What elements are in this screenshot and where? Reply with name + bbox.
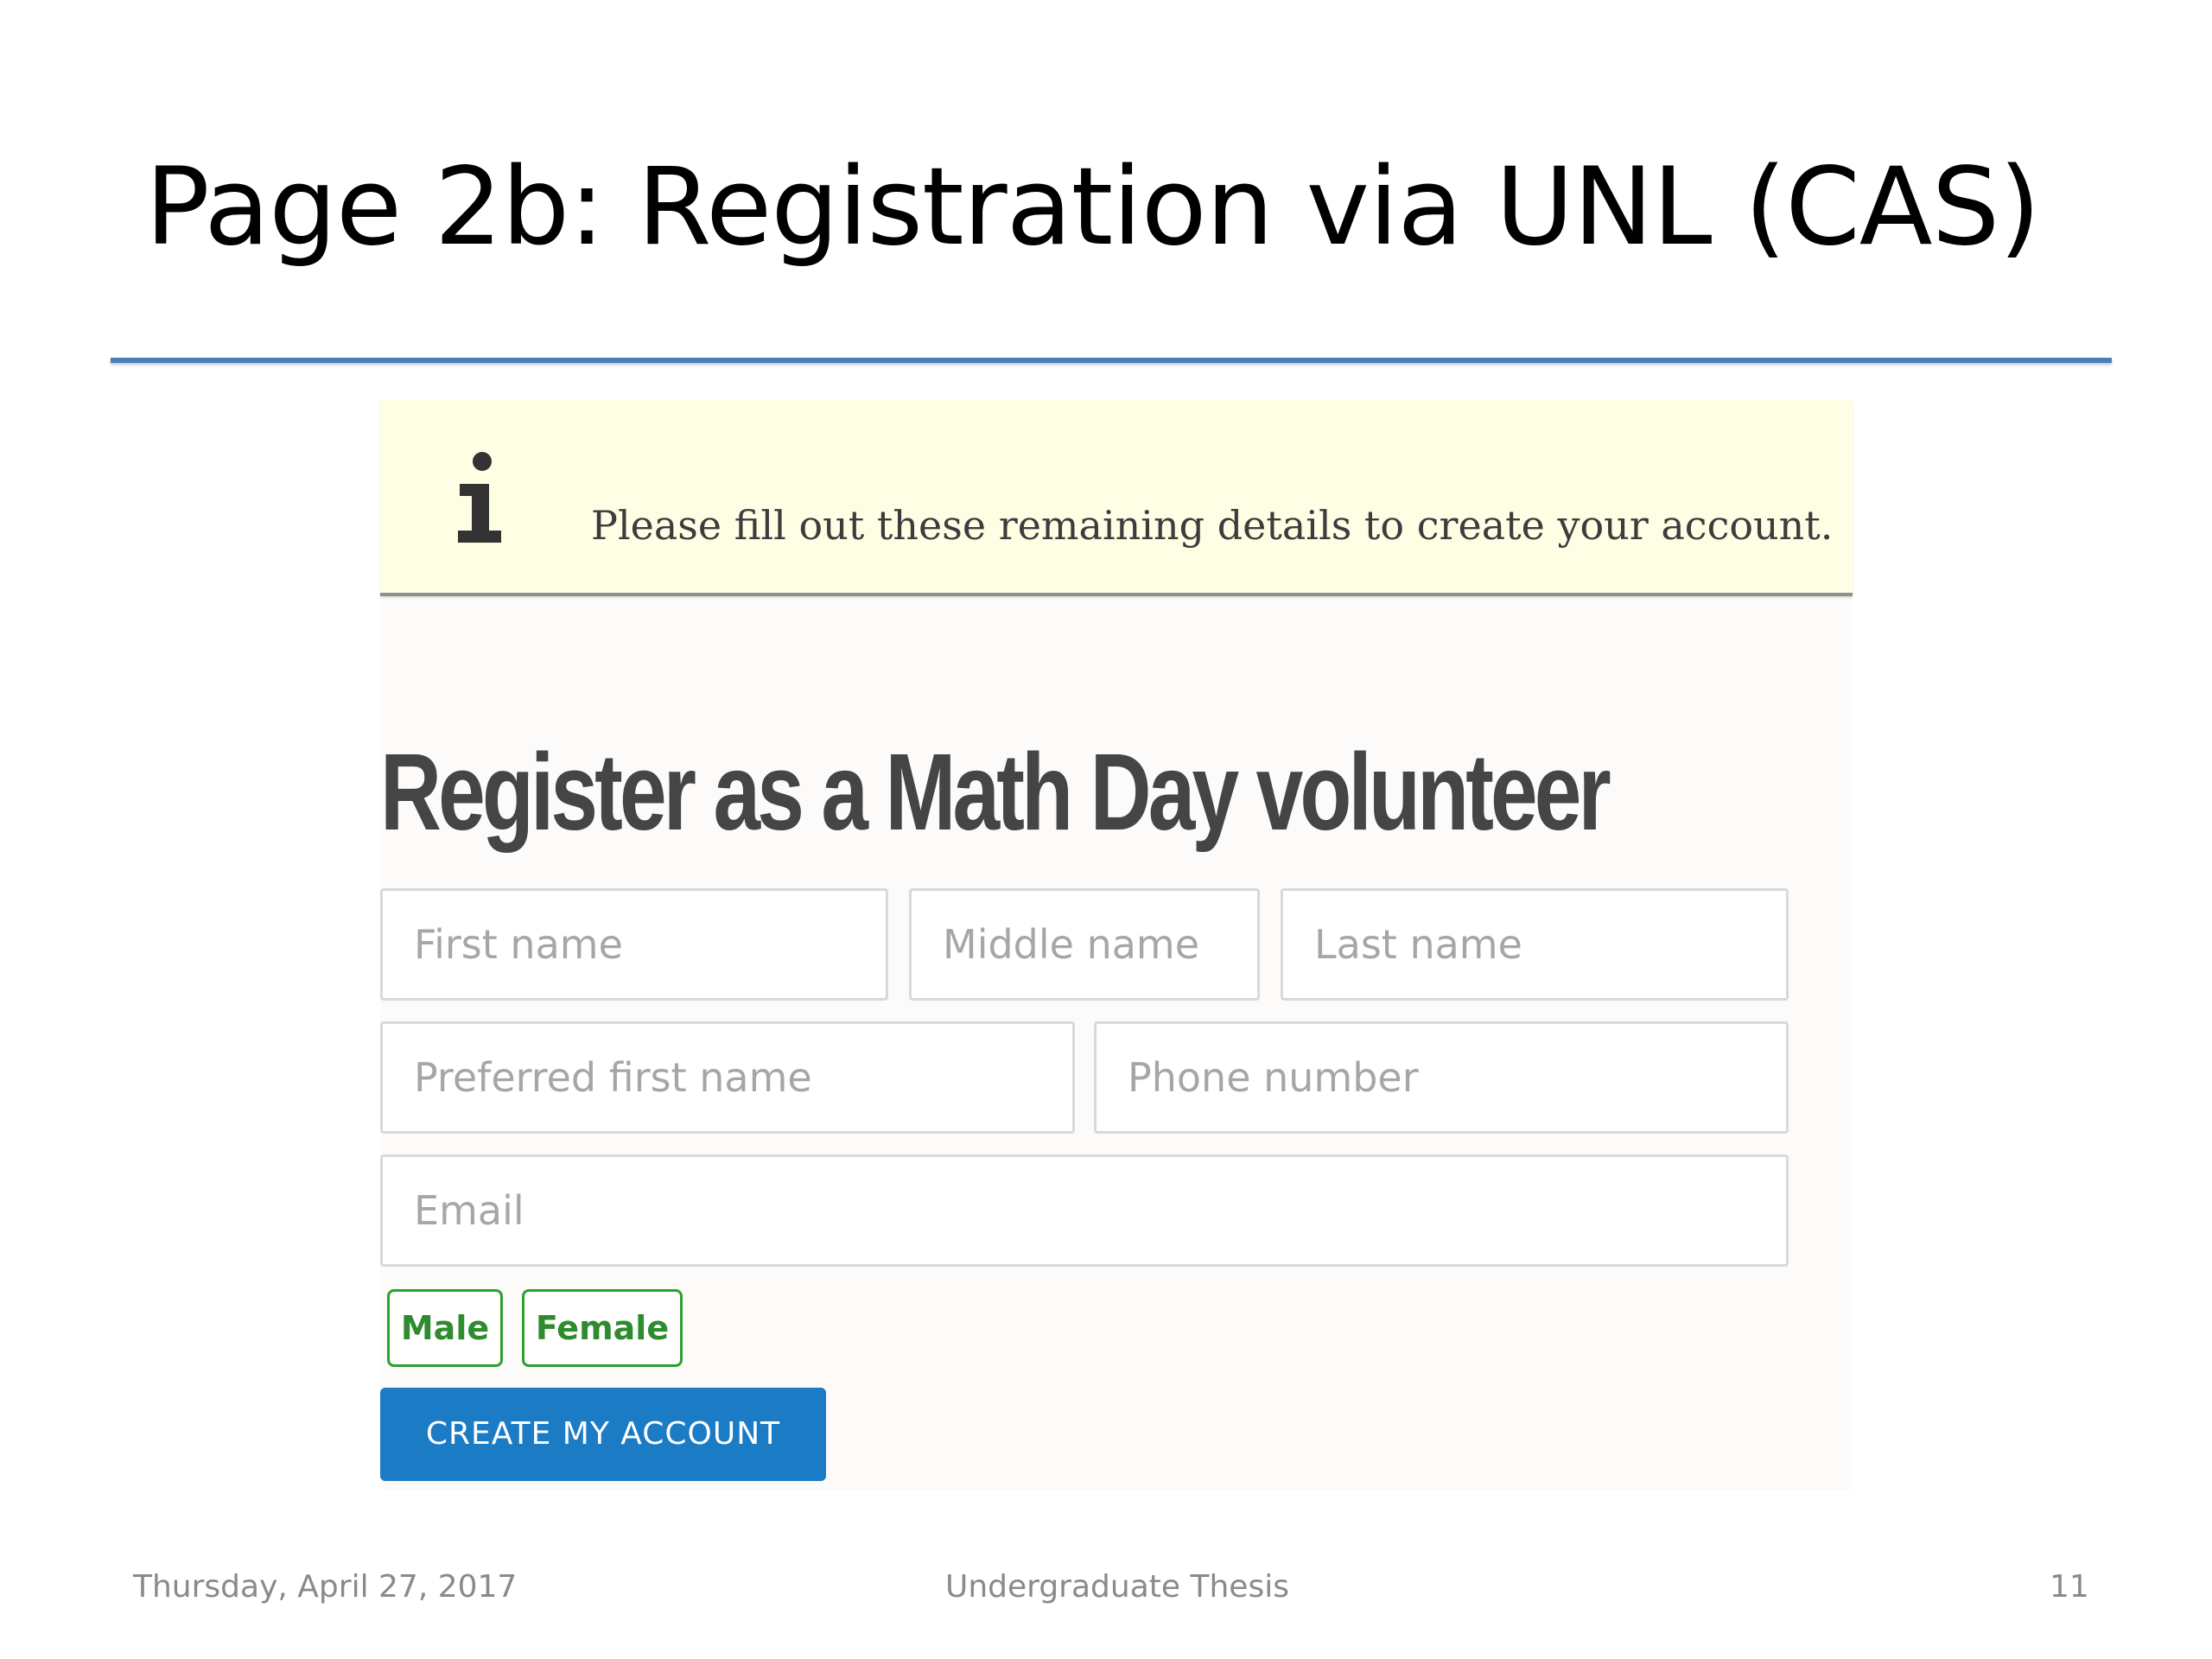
phone-number-input[interactable] bbox=[1094, 1021, 1789, 1134]
slide-title: Page 2b: Registration via UNL (CAS) bbox=[145, 145, 2041, 270]
form-heading: Register as a Math Day volunteer bbox=[380, 731, 1611, 853]
registration-screenshot: Please fill out these remaining details … bbox=[380, 399, 1853, 1490]
footer-title: Undergraduate Thesis bbox=[945, 1569, 1289, 1605]
email-input[interactable] bbox=[380, 1154, 1789, 1267]
last-name-input[interactable] bbox=[1281, 888, 1789, 1001]
preferred-first-name-input[interactable] bbox=[380, 1021, 1075, 1134]
title-divider bbox=[111, 358, 2112, 363]
notice-message: Please fill out these remaining details … bbox=[591, 502, 1834, 549]
gender-female-button[interactable]: Female bbox=[522, 1289, 683, 1367]
info-icon bbox=[458, 452, 501, 543]
presentation-slide: Page 2b: Registration via UNL (CAS) Plea… bbox=[0, 0, 2212, 1659]
create-account-button[interactable]: CREATE MY ACCOUNT bbox=[380, 1388, 826, 1481]
gender-male-button[interactable]: Male bbox=[387, 1289, 503, 1367]
middle-name-input[interactable] bbox=[909, 888, 1260, 1001]
info-notice-banner: Please fill out these remaining details … bbox=[380, 399, 1853, 596]
first-name-input[interactable] bbox=[380, 888, 888, 1001]
slide-number: 11 bbox=[2050, 1569, 2089, 1605]
footer-date: Thursday, April 27, 2017 bbox=[133, 1569, 518, 1605]
